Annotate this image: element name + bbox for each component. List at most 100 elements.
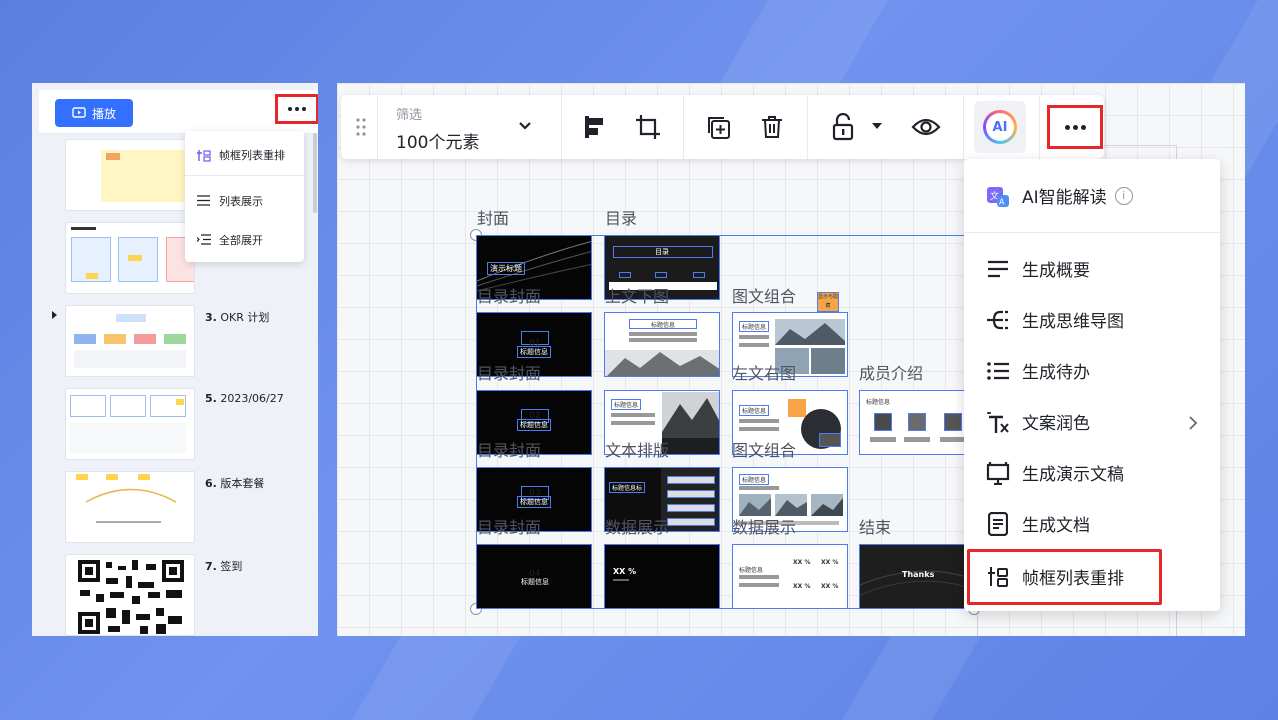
section-label: 结束 <box>859 518 892 537</box>
toolbar-divider <box>1039 95 1040 159</box>
frame-title: 5. 2023/06/27 <box>205 392 284 405</box>
frame-title: 6. 版本套餐 <box>205 477 265 490</box>
todo-icon <box>986 359 1010 383</box>
caret-down-icon[interactable] <box>871 121 883 131</box>
drag-handle-icon[interactable] <box>353 115 369 139</box>
frame-thumbnail[interactable] <box>65 388 195 460</box>
menu-item-todo[interactable]: 生成待办 <box>986 358 1090 383</box>
list-icon <box>197 195 211 207</box>
ai-assistant-button[interactable]: AI <box>974 101 1026 153</box>
frame-thumbnail[interactable] <box>65 222 195 294</box>
section-label: 数据展示 <box>732 518 797 537</box>
menu-item-frame-sort[interactable]: 帧框列表重排 <box>197 147 285 163</box>
info-icon[interactable]: i <box>1114 186 1133 205</box>
eye-icon[interactable] <box>910 115 942 139</box>
menu-item-label: 生成演示文稿 <box>1022 465 1124 485</box>
toolbar-more-menu: 文A AI智能解读 i 生成概要 生成思维导图 生成待办 文案润色 生成演示文稿 <box>964 159 1220 611</box>
selection-toolbar: 筛选 100个元素 AI <box>341 95 1104 159</box>
menu-item-mindmap[interactable]: 生成思维导图 <box>986 307 1124 332</box>
expand-arrow-icon[interactable] <box>52 311 57 319</box>
align-icon[interactable] <box>581 115 607 139</box>
frame-text-top-image-bottom[interactable]: 标题信息 <box>604 312 720 377</box>
add-frame-icon[interactable] <box>706 115 732 141</box>
chevron-right-icon <box>1189 416 1198 430</box>
menu-item-list-view[interactable]: 列表展示 <box>197 193 263 209</box>
filter-dropdown[interactable]: 筛选 100个元素 <box>378 95 578 159</box>
section-label: 目录封面 <box>477 287 542 306</box>
frame-thanks-text: Thanks <box>902 570 935 579</box>
play-button[interactable]: 播放 <box>55 99 133 127</box>
more-icon <box>1064 124 1086 130</box>
frame-thumbnail[interactable] <box>65 554 195 636</box>
play-icon <box>72 107 86 118</box>
frame-data-text: XX % <box>793 559 811 566</box>
section-label: 图文组合 <box>732 287 797 306</box>
section-label: 上文下图 <box>605 287 670 306</box>
frame-member-intro[interactable]: 标题信息 <box>859 390 975 455</box>
menu-item-document[interactable]: 生成文档 <box>986 511 1090 536</box>
menu-divider <box>964 232 1220 233</box>
frame-title-text: 标题信息 <box>611 399 642 410</box>
frame-title-text: 标题信息标 <box>609 482 646 493</box>
menu-item-summary[interactable]: 生成概要 <box>986 256 1090 281</box>
frame-title-text: 标题信息 <box>866 399 891 406</box>
frame-title-text: 标题信息 <box>739 321 770 332</box>
section-label: 文本排版 <box>605 441 670 460</box>
menu-item-label: 全部展开 <box>219 234 263 247</box>
more-icon <box>288 107 306 111</box>
menu-item-label: 生成待办 <box>1022 363 1090 383</box>
summary-icon <box>986 257 1010 281</box>
frame-list-menu: 帧框列表重排 列表展示 全部展开 <box>185 131 304 262</box>
expand-all-icon <box>196 234 211 246</box>
text-polish-icon <box>986 410 1010 434</box>
ai-logo-icon: AI <box>983 110 1017 144</box>
section-label: 图文组合 <box>732 441 797 460</box>
menu-item-text-polish[interactable]: 文案润色 <box>986 409 1090 434</box>
frame-title-text: 标题信息 <box>739 567 764 574</box>
menu-item-label: 生成概要 <box>1022 261 1090 281</box>
frame-thumbnail[interactable] <box>65 139 195 211</box>
section-label: 目录 <box>605 209 638 228</box>
ai-label: AI <box>992 119 1008 135</box>
svg-text:A: A <box>999 197 1005 206</box>
frame-thumbnail[interactable] <box>65 305 195 377</box>
menu-item-ai-interpret[interactable]: 文A AI智能解读 i <box>986 183 1133 208</box>
frame-title-text: 标题信息 <box>651 322 676 329</box>
frame-thumbnail[interactable] <box>65 471 195 543</box>
section-label: 数据展示 <box>605 518 670 537</box>
ai-interpret-icon: 文A <box>986 184 1010 208</box>
frame-list-header: 播放 <box>39 90 318 134</box>
frame-title-text: 标题信息 <box>739 405 770 416</box>
toolbar-divider <box>561 95 562 159</box>
menu-item-label: 生成文档 <box>1022 516 1090 536</box>
unlock-icon[interactable] <box>831 112 855 142</box>
section-label: 目录封面 <box>477 518 542 537</box>
toolbar-more-button[interactable] <box>1047 105 1103 149</box>
menu-item-presentation[interactable]: 生成演示文稿 <box>986 460 1124 485</box>
presentation-icon <box>986 461 1010 485</box>
qr-code-image <box>76 558 186 635</box>
frame-chapter-title: 标题信息 <box>517 419 551 431</box>
crop-icon[interactable] <box>634 114 662 140</box>
menu-divider <box>185 175 304 176</box>
menu-item-expand-all[interactable]: 全部展开 <box>196 232 263 248</box>
frame-data-display[interactable]: XX % <box>604 544 720 609</box>
frame-data-text: XX % <box>613 567 637 576</box>
frame-chapter[interactable]: 04 标题信息 <box>476 544 592 609</box>
frame-ending[interactable]: Thanks <box>859 544 975 609</box>
frame-data-text: XX % <box>821 583 839 590</box>
trash-icon[interactable] <box>759 114 785 140</box>
section-label: 目录封面 <box>477 441 542 460</box>
frame-list-more-button[interactable] <box>275 94 318 124</box>
menu-item-label: 列表展示 <box>219 195 263 208</box>
menu-item-label: 生成思维导图 <box>1022 312 1124 332</box>
menu-item-label: 文案润色 <box>1022 414 1090 434</box>
frame-title-text: 标题信息 <box>739 474 770 485</box>
toolbar-divider <box>963 95 964 159</box>
frame-data-display[interactable]: 标题信息 XX % XX % XX % XX % <box>732 544 848 609</box>
chevron-down-icon <box>519 122 531 130</box>
frame-toc-title: 目录 <box>655 248 669 256</box>
frame-chapter-title: 标题信息 <box>521 578 549 586</box>
scrollbar[interactable] <box>313 133 317 213</box>
menu-item-label: 帧框列表重排 <box>219 149 285 162</box>
